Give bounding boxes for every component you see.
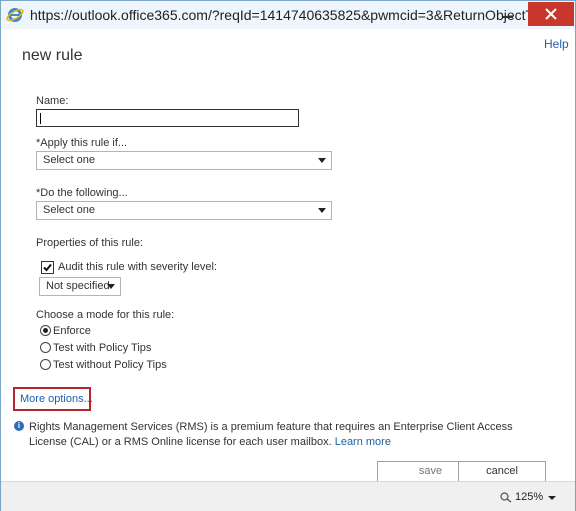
apply-rule-label: *Apply this rule if... xyxy=(36,137,128,149)
action-value: Select one xyxy=(43,204,95,216)
dialog-title: new rule xyxy=(22,47,83,64)
text-caret xyxy=(40,113,41,124)
audit-checkbox[interactable] xyxy=(41,261,54,274)
severity-select[interactable]: Not specified xyxy=(39,277,121,296)
ie-icon xyxy=(6,8,24,22)
close-button[interactable] xyxy=(528,2,574,26)
page-url: https://outlook.office365.com/?reqId=141… xyxy=(30,7,560,23)
do-following-label: *Do the following... xyxy=(36,187,128,199)
help-link[interactable]: Help xyxy=(544,37,569,51)
action-select[interactable]: Select one xyxy=(36,201,332,220)
properties-label: Properties of this rule: xyxy=(36,237,143,249)
chevron-down-icon xyxy=(318,208,326,213)
browser-window: https://outlook.office365.com/?reqId=141… xyxy=(0,0,576,511)
mode-label: Choose a mode for this rule: xyxy=(36,309,175,321)
close-icon xyxy=(545,8,557,20)
info-icon: i xyxy=(14,421,24,431)
radio-test-without-tips[interactable] xyxy=(40,359,51,370)
more-options-link[interactable]: More options... xyxy=(13,387,93,411)
rule-dialog: Help new rule Name: *Apply this rule if.… xyxy=(1,29,575,482)
checkmark-icon xyxy=(43,263,52,272)
radio-test-with-tips[interactable] xyxy=(40,342,51,353)
radio-selected-dot xyxy=(43,328,48,333)
minimize-icon xyxy=(503,16,513,18)
apply-condition-value: Select one xyxy=(43,154,95,166)
cancel-button[interactable]: cancel xyxy=(458,461,546,482)
severity-value: Not specified xyxy=(46,280,110,292)
mode-option-label: Enforce xyxy=(53,325,91,337)
minimize-button[interactable] xyxy=(492,2,524,26)
name-label: Name: xyxy=(36,95,69,107)
zoom-level[interactable]: 125% xyxy=(515,491,543,503)
rms-info-text: Rights Management Services (RMS) is a pr… xyxy=(29,420,551,450)
status-bar: 125% xyxy=(1,481,575,511)
more-options-label: More options... xyxy=(20,393,93,405)
learn-more-link[interactable]: Learn more xyxy=(335,436,391,448)
mode-option-label: Test without Policy Tips xyxy=(53,359,167,371)
apply-condition-select[interactable]: Select one xyxy=(36,151,332,170)
chevron-down-icon xyxy=(318,158,326,163)
title-bar: https://outlook.office365.com/?reqId=141… xyxy=(1,1,575,29)
radio-enforce[interactable] xyxy=(40,325,51,336)
name-input[interactable] xyxy=(36,109,299,127)
mode-option-label: Test with Policy Tips xyxy=(53,342,152,354)
audit-label: Audit this rule with severity level: xyxy=(58,261,217,273)
zoom-icon xyxy=(500,492,512,503)
chevron-down-icon[interactable] xyxy=(548,496,556,500)
rms-info-message: Rights Management Services (RMS) is a pr… xyxy=(29,421,513,448)
chevron-down-icon xyxy=(107,284,115,289)
